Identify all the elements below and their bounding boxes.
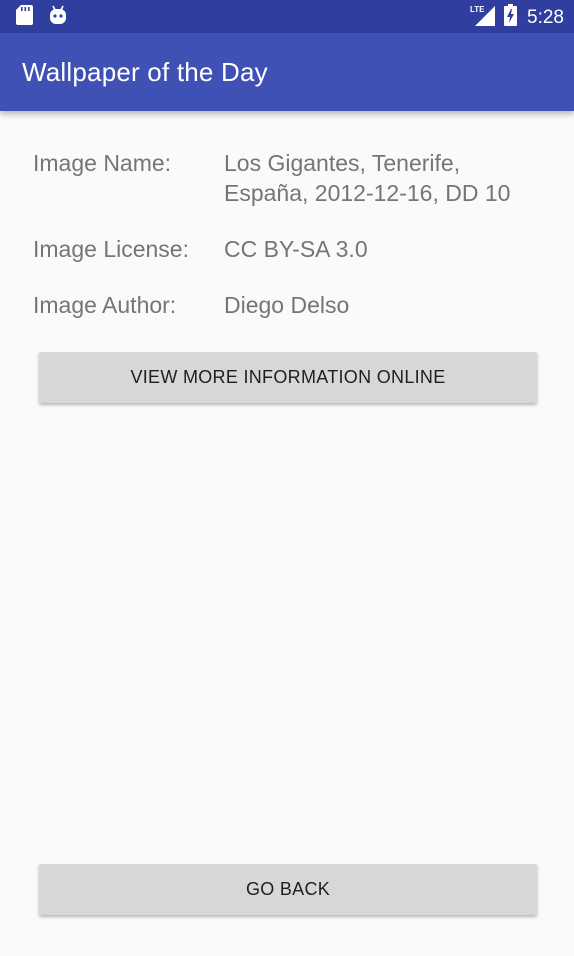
image-license-value: CC BY-SA 3.0 <box>224 236 368 262</box>
view-more-information-button[interactable]: VIEW MORE INFORMATION ONLINE <box>39 352 537 403</box>
app-bar: Wallpaper of the Day <box>0 33 574 111</box>
status-bar: LTE 5:28 <box>0 0 574 33</box>
status-left-icons <box>16 5 67 30</box>
image-author-value: Diego Delso <box>224 292 350 318</box>
status-right-icons: LTE 5:28 <box>470 4 564 31</box>
app-title: Wallpaper of the Day <box>22 57 268 87</box>
android-icon <box>49 5 67 30</box>
svg-text:LTE: LTE <box>470 5 485 14</box>
image-name-label: Image Name: <box>33 150 172 176</box>
sd-card-icon <box>16 5 33 30</box>
status-time: 5:28 <box>527 6 564 28</box>
battery-charging-icon <box>504 4 518 31</box>
lte-signal-icon: LTE <box>470 4 496 31</box>
image-author-label: Image Author: <box>33 292 177 318</box>
image-license-label: Image License: <box>33 236 189 262</box>
image-name-value: Los Gigantes, Tenerife, España, 2012-12-… <box>224 150 511 206</box>
go-back-button[interactable]: GO BACK <box>39 864 537 915</box>
